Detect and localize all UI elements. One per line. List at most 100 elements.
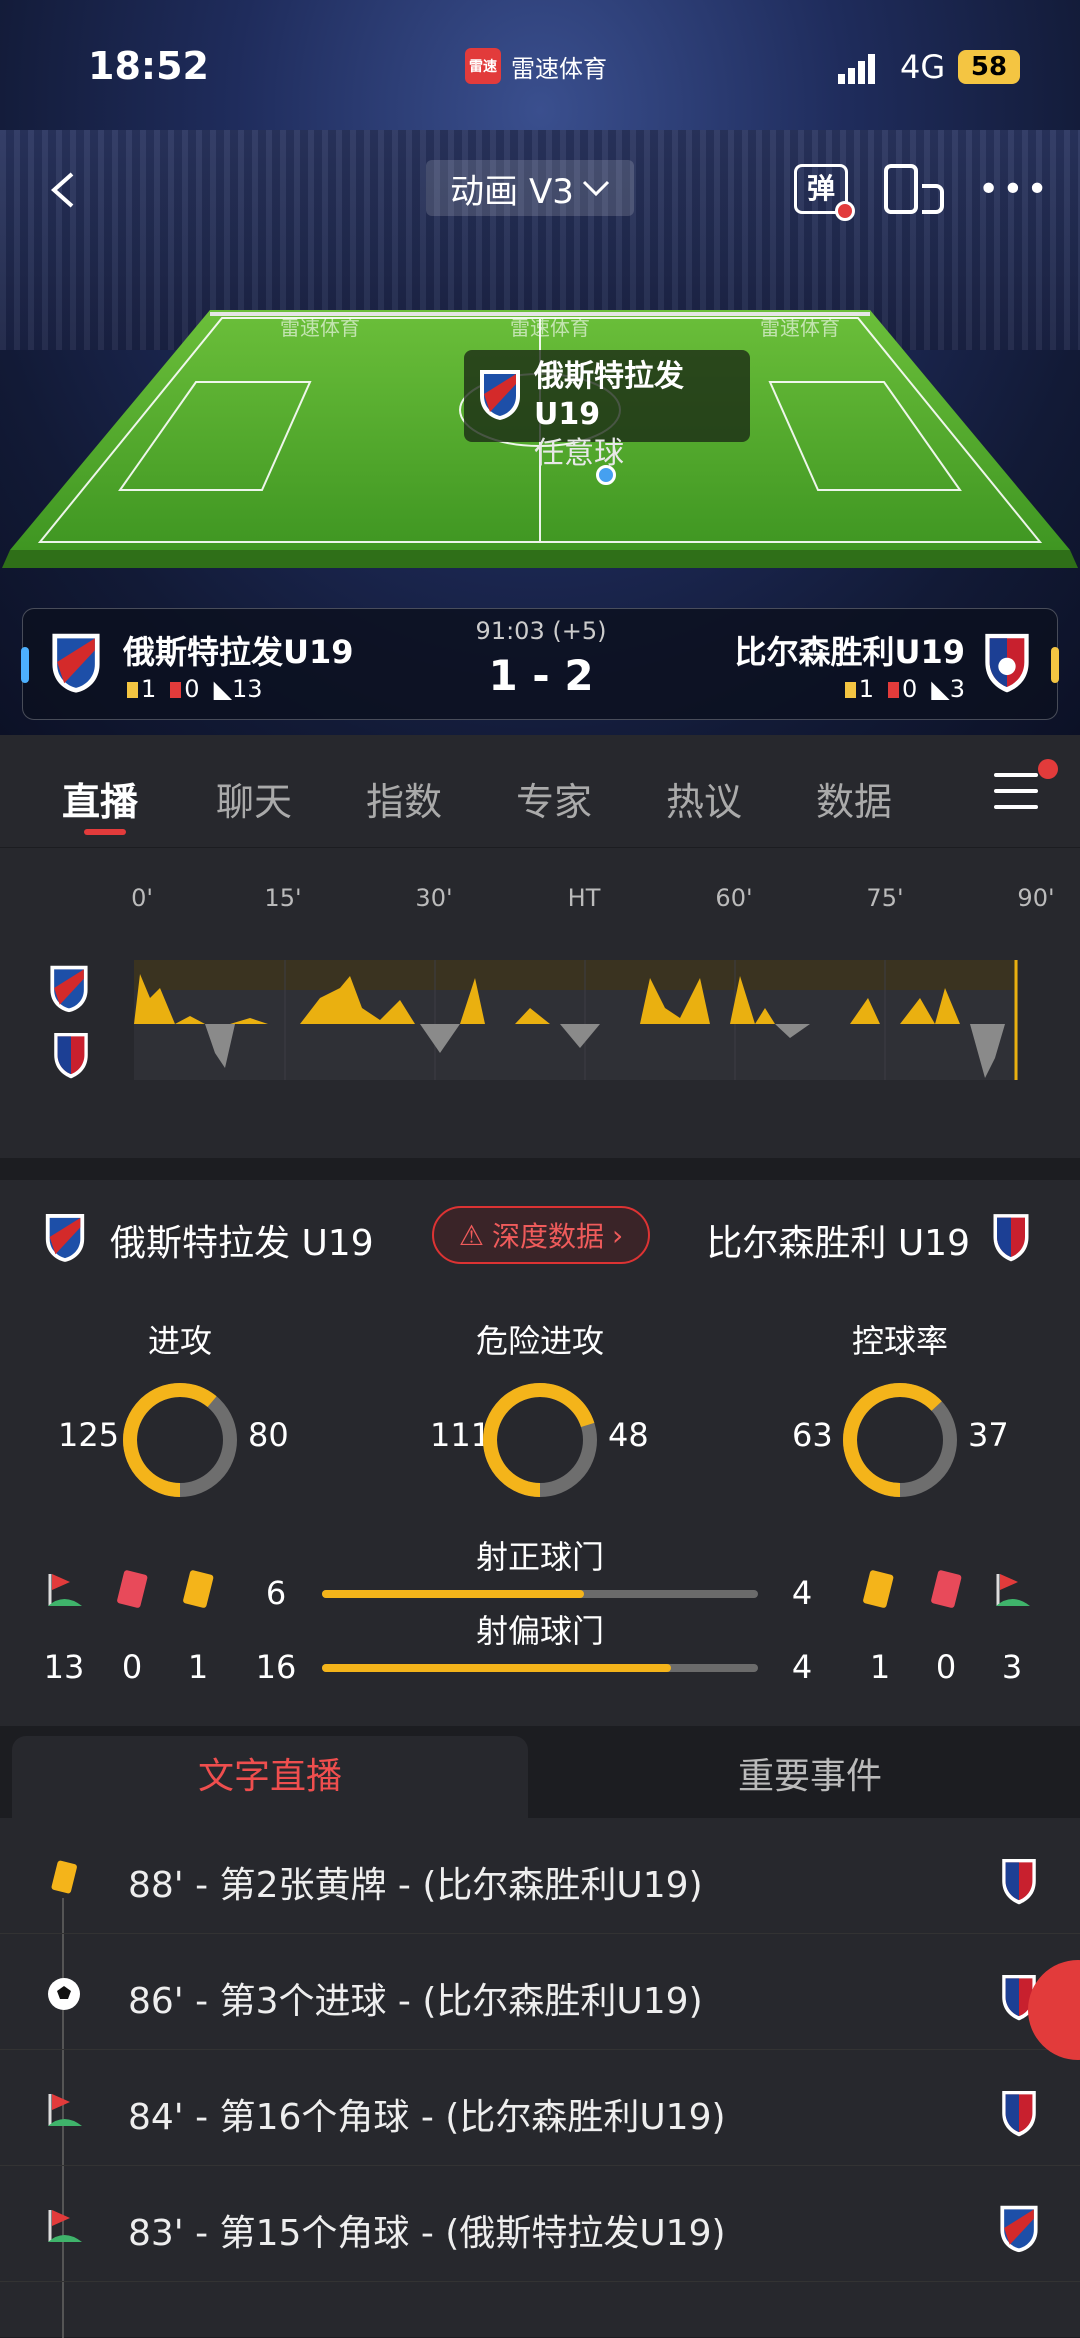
event-tooltip: 俄斯特拉发U19 任意球 — [464, 350, 750, 471]
feed-text: 84' - 第16个角球 - (比尔森胜利U19) — [128, 2097, 726, 2138]
pitch-watermark-1: 雷速体育 — [280, 316, 360, 340]
away-counts: 1 0 ◣3 — [844, 675, 965, 703]
tooltip-team: 俄斯特拉发U19 — [534, 359, 684, 432]
away-yellow: 1 — [844, 675, 874, 703]
ring-title-possession: 控球率 — [851, 1322, 948, 1360]
away-crest-icon — [1002, 2091, 1036, 2137]
feed-text: 86' - 第3个进球 - (比尔森胜利U19) — [128, 1981, 703, 2022]
stats-home-crest-icon — [45, 1214, 85, 1262]
tooltip-event: 任意球 — [534, 436, 624, 471]
active-tab-indicator — [84, 829, 126, 835]
tab-live[interactable]: 直播 — [62, 771, 138, 826]
deep-data-label: 深度数据 — [491, 1220, 604, 1253]
tab-key-events[interactable]: 重要事件 — [540, 1736, 1080, 1818]
tab-data[interactable]: 数据 — [816, 771, 892, 826]
tab-chat[interactable]: 聊天 — [216, 771, 292, 826]
brand-name: 雷速体育 — [511, 54, 607, 83]
battery-icon: 58 — [958, 50, 1020, 84]
shots-off-away: 4 — [791, 1648, 813, 1686]
away-crest-icon — [1002, 1859, 1036, 1905]
ball-marker — [596, 465, 616, 485]
feed-text: 88' - 第2张黄牌 - (比尔森胜利U19) — [128, 1865, 703, 1906]
tab-experts[interactable]: 专家 — [516, 771, 592, 826]
danmaku-status-dot — [835, 201, 855, 221]
shots-on-home: 6 — [265, 1574, 287, 1612]
momentum-chart — [134, 960, 1018, 1080]
feed-text: 83' - 第15个角球 - (俄斯特拉发U19) — [128, 2213, 726, 2254]
list-item[interactable]: 84' - 第16个角球 - (比尔森胜利U19) — [0, 2050, 1080, 2166]
shots-on-away: 4 — [791, 1574, 813, 1612]
list-item[interactable]: 86' - 第3个进球 - (比尔森胜利U19) — [0, 1934, 1080, 2050]
stats-rings — [123, 1383, 957, 1497]
chevron-down-icon — [582, 180, 609, 197]
shots-off-bar-fill — [322, 1664, 671, 1672]
away-corners: ◣3 — [931, 675, 965, 703]
away-corners-count: 3 — [1001, 1648, 1023, 1686]
nav-bar: 动画 V3 弹 ••• — [0, 160, 1080, 221]
network-type: 4G — [900, 48, 946, 86]
shots-off-target-title: 射偏球门 — [475, 1612, 604, 1650]
away-red: 0 — [887, 675, 917, 703]
tab-index[interactable]: 指数 — [366, 771, 442, 826]
status-bar: 18:52 雷速 雷速体育 4G 58 — [0, 0, 1080, 130]
animation-mode-selector[interactable]: 动画 V3 — [426, 160, 634, 216]
home-crest-icon — [1000, 2205, 1038, 2253]
tab-discussion[interactable]: 热议 — [666, 771, 742, 826]
signal-icon — [838, 54, 875, 84]
shots-on-bar-fill — [322, 1590, 584, 1598]
brand-logo-icon: 雷速 — [465, 48, 501, 84]
section-tabs: 直播 聊天 指数 专家 热议 数据 — [0, 735, 1080, 847]
more-icon[interactable]: ••• — [978, 172, 1051, 208]
match-stats: 俄斯特拉发 U19 ⚠ 深度数据 › 比尔森胜利 U19 进攻 危险进攻 控球率… — [0, 1180, 1080, 1726]
home-yellow-count: 1 — [187, 1648, 209, 1686]
away-team-name: 比尔森胜利U19 — [734, 633, 965, 671]
corner-flag-icon — [48, 2210, 82, 2242]
app-brand: 雷速 雷速体育 — [465, 48, 607, 84]
home-red-count: 0 — [121, 1648, 143, 1686]
shots-off-bar — [322, 1664, 758, 1672]
yellow-card-icon — [183, 1570, 214, 1608]
status-time: 18:52 — [88, 44, 209, 88]
home-corners-count: 13 — [43, 1648, 85, 1686]
ring-title-danger: 危险进攻 — [475, 1322, 604, 1360]
back-icon[interactable] — [44, 170, 84, 210]
red-card-icon — [117, 1570, 148, 1608]
stats-away-name: 比尔森胜利 U19 — [706, 1223, 970, 1264]
list-item[interactable]: 83' - 第15个角球 - (俄斯特拉发U19) — [0, 2166, 1080, 2282]
shots-on-target-title: 射正球门 — [475, 1538, 604, 1576]
deep-data-button[interactable]: ⚠ 深度数据 › — [432, 1206, 650, 1264]
away-yellow-card-icon — [863, 1570, 894, 1608]
menu-notification-dot — [1038, 759, 1058, 779]
football-icon — [48, 1978, 80, 2010]
stats-home-name: 俄斯特拉发 U19 — [110, 1223, 374, 1264]
momentum-timeline: 0' 15' 30' HT 60' 75' 90' — [0, 848, 1080, 1158]
corner-flag-icon — [48, 2094, 82, 2126]
chevron-right-icon: › — [611, 1218, 624, 1252]
shots-off-home: 16 — [255, 1648, 297, 1686]
danmaku-label: 弹 — [806, 172, 835, 205]
yellow-card-icon — [51, 1860, 77, 1894]
away-corner-flag-icon — [996, 1574, 1030, 1606]
warning-icon: ⚠ — [458, 1218, 484, 1252]
stats-away-crest-icon — [993, 1214, 1029, 1262]
tab-text-live[interactable]: 文字直播 — [12, 1736, 528, 1818]
pitch-watermark-2: 雷速体育 — [510, 316, 590, 340]
match-animation-panel: 18:52 雷速 雷速体育 4G 58 动画 V3 弹 ••• 雷速体育 雷速体… — [0, 0, 1080, 735]
menu-icon[interactable] — [994, 773, 1038, 813]
away-yellow-count: 1 — [869, 1648, 891, 1686]
pitch-watermark-3: 雷速体育 — [760, 316, 840, 340]
away-red-count: 0 — [935, 1648, 957, 1686]
home-team-crest-icon — [480, 370, 520, 420]
scoreboard: 俄斯特拉发U19 1 0 ◣13 91:03 (+5) 1 - 2 比尔森胜利U… — [21, 608, 1059, 720]
live-text-feed: 88' - 第2张黄牌 - (比尔森胜利U19) 86' - 第3个进球 - (… — [0, 1818, 1080, 2338]
mode-label: 动画 V3 — [450, 171, 574, 212]
live-feed-tabs: 文字直播 重要事件 — [0, 1726, 1080, 1818]
corner-flag-icon — [48, 1574, 82, 1606]
danmaku-toggle[interactable]: 弹 — [794, 164, 855, 221]
away-red-card-icon — [931, 1570, 962, 1608]
shots-on-bar — [322, 1590, 758, 1598]
away-crest-icon — [985, 633, 1029, 693]
list-item[interactable]: 88' - 第2张黄牌 - (比尔森胜利U19) — [0, 1818, 1080, 1934]
ring-title-attack: 进攻 — [147, 1322, 212, 1360]
rotate-screen-icon[interactable] — [882, 164, 946, 216]
